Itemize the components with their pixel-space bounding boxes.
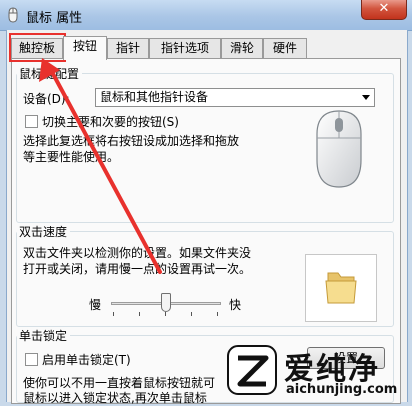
watermark-url: aichunjing.com — [286, 382, 398, 397]
tab-buttons[interactable]: 按钮 — [63, 36, 107, 60]
watermark-logo-icon — [227, 345, 277, 395]
watermark: 爱纯净 aichunjing.com — [226, 340, 412, 400]
